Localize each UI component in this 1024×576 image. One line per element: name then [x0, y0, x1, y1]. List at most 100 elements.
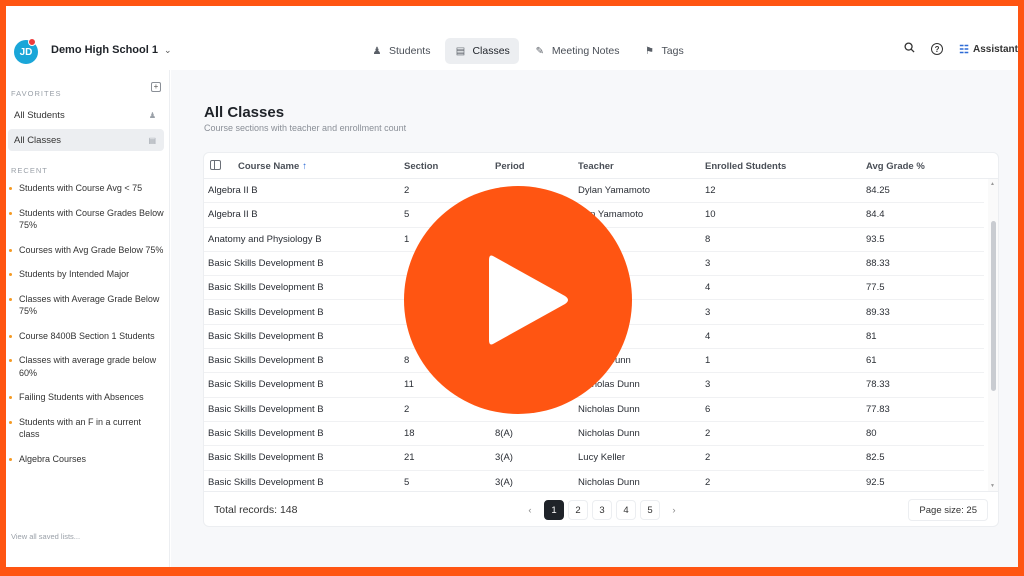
table-cell: 2: [705, 428, 711, 439]
recent-item[interactable]: Courses with Avg Grade Below 75%: [6, 244, 170, 257]
table-cell: Basic Skills Development B: [208, 330, 324, 342]
table-cell: Basic Skills Development B: [208, 452, 324, 464]
scroll-up-icon[interactable]: ▲: [990, 181, 995, 187]
column-teacher[interactable]: Teacher: [578, 161, 614, 172]
table-cell: Basic Skills Development B: [208, 355, 324, 367]
scroll-down-icon[interactable]: ▼: [990, 483, 995, 489]
tab-label: Meeting Notes: [551, 45, 620, 57]
book-icon: ▤: [148, 135, 156, 145]
table-cell: Algebra II B: [208, 209, 258, 221]
table-cell: 3: [705, 379, 711, 391]
table-cell: 11: [404, 379, 414, 391]
recent-item[interactable]: Students with Course Grades Below 75%: [6, 207, 170, 232]
table-cell: 89.33: [866, 306, 890, 318]
table-cell: 2: [705, 476, 711, 488]
app-window: JD Demo High School 1 ⌄ ♟ Students ▤ Cla…: [6, 6, 1018, 567]
prev-page-icon[interactable]: ‹: [520, 500, 540, 520]
table-cell: 84.4: [866, 209, 885, 221]
recent-item[interactable]: Failing Students with Absences: [6, 391, 170, 404]
column-section[interactable]: Section: [404, 161, 438, 172]
sidebar-item-all-classes[interactable]: All Classes ▤: [8, 129, 164, 151]
page-button-1[interactable]: 1: [544, 500, 564, 520]
book-icon: ▤: [455, 45, 466, 57]
help-icon[interactable]: ?: [931, 43, 944, 55]
page-button-4[interactable]: 4: [616, 500, 636, 520]
table-cell: Basic Skills Development B: [208, 282, 324, 294]
page-size-select[interactable]: Page size: 25: [908, 499, 988, 521]
recent-item[interactable]: Classes with average grade below 60%: [6, 354, 170, 379]
assistant-icon: ☷: [959, 43, 969, 56]
table-cell: 8: [404, 355, 410, 367]
tab-tags[interactable]: ⚑ Tags: [635, 38, 693, 64]
page-title: All Classes: [204, 104, 285, 121]
table-header: Course Name ↑ Section Period Teacher Enro…: [204, 153, 998, 179]
next-page-icon[interactable]: ›: [664, 500, 684, 520]
column-course-name[interactable]: Course Name ↑: [238, 161, 307, 172]
table-cell: 5: [404, 476, 410, 488]
video-play-button[interactable]: [404, 186, 632, 414]
columns-icon[interactable]: [210, 160, 221, 170]
table-cell: Lucy Keller: [578, 452, 625, 464]
school-selector[interactable]: Demo High School 1 ⌄: [51, 44, 172, 56]
table-cell: Nicholas Dunn: [578, 476, 640, 488]
view-all-link[interactable]: View all saved lists...: [11, 532, 80, 541]
table-cell: 2: [705, 452, 711, 464]
page-button-2[interactable]: 2: [568, 500, 588, 520]
table-cell: 77.5: [866, 282, 885, 294]
table-cell: 92.5: [866, 476, 885, 488]
table-cell: Anatomy and Physiology B: [208, 233, 322, 245]
school-name: Demo High School 1: [51, 44, 158, 56]
table-cell: 6: [705, 403, 711, 415]
recent-item[interactable]: Course 8400B Section 1 Students: [6, 330, 170, 343]
recent-item[interactable]: Students by Intended Major: [6, 268, 170, 281]
sidebar-item-label: All Classes: [14, 134, 61, 146]
table-row[interactable]: Basic Skills Development B 21 3(A) Lucy Kel…: [204, 446, 984, 471]
assistant-button[interactable]: ☷ Assistant: [959, 43, 1018, 56]
column-period[interactable]: Period: [495, 161, 525, 172]
tab-meeting-notes[interactable]: ✎ Meeting Notes: [525, 38, 629, 64]
recent-item[interactable]: Students with Course Avg < 75: [6, 182, 170, 195]
table-cell: Basic Skills Development B: [208, 476, 324, 488]
add-favorite-icon[interactable]: +: [151, 82, 161, 92]
scroll-thumb[interactable]: [991, 221, 996, 391]
recent-item[interactable]: Classes with Average Grade Below 75%: [6, 293, 170, 318]
table-cell: 81: [866, 330, 877, 342]
search-icon[interactable]: [904, 42, 915, 56]
assistant-label: Assistant: [972, 43, 1018, 55]
table-cell: 3(A): [495, 452, 513, 464]
table-cell: Nicholas Dunn: [578, 428, 640, 439]
main-nav: ♟ Students ▤ Classes ✎ Meeting Notes ⚑ T…: [362, 38, 693, 64]
table-cell: 3(A): [495, 476, 513, 488]
tab-label: Tags: [661, 45, 684, 57]
pagination: ‹ 1 2 3 4 5 ›: [520, 500, 684, 520]
table-cell: 18: [404, 428, 415, 439]
table-cell: 84.25: [866, 185, 890, 196]
table-scrollbar[interactable]: ▲ ▼: [988, 179, 998, 491]
table-cell: 8(A): [495, 428, 513, 439]
chevron-down-icon: ⌄: [163, 44, 172, 55]
sidebar: FAVORITES + All Students ♟ All Classes ▤…: [6, 70, 170, 567]
recent-item[interactable]: Algebra Courses: [6, 453, 170, 466]
table-cell: 77.83: [866, 403, 890, 415]
table-row[interactable]: Basic Skills Development B 18 8(A) Nicholas…: [204, 422, 984, 447]
tab-classes[interactable]: ▤ Classes: [445, 38, 519, 64]
table-row[interactable]: Basic Skills Development B 2 Nicholas Dunn…: [204, 398, 984, 422]
table-row[interactable]: Basic Skills Development B 5 3(A) Nicholas …: [204, 471, 984, 491]
tag-icon: ⚑: [645, 45, 654, 57]
table-cell: 4: [705, 282, 711, 294]
column-enrolled[interactable]: Enrolled Students: [705, 161, 786, 172]
table-cell: 3: [705, 257, 711, 269]
notification-dot: [28, 38, 36, 46]
tab-students[interactable]: ♟ Students: [362, 38, 439, 64]
table-cell: Algebra II B: [208, 185, 258, 196]
sidebar-item-all-students[interactable]: All Students ♟: [8, 104, 164, 126]
table-footer: Total records: 148 ‹ 1 2 3 4 5 › Page si…: [204, 491, 998, 526]
page-button-3[interactable]: 3: [592, 500, 612, 520]
table-cell: Basic Skills Development B: [208, 257, 324, 269]
column-avg-grade[interactable]: Avg Grade %: [866, 161, 925, 172]
table-row[interactable]: Algebra II B 2 Dylan Yamamoto 12 84.25: [204, 179, 984, 204]
page-button-5[interactable]: 5: [640, 500, 660, 520]
recent-item[interactable]: Students with an F in a current class: [6, 416, 170, 441]
tab-label: Classes: [472, 45, 510, 57]
recent-heading: RECENT: [11, 166, 48, 175]
